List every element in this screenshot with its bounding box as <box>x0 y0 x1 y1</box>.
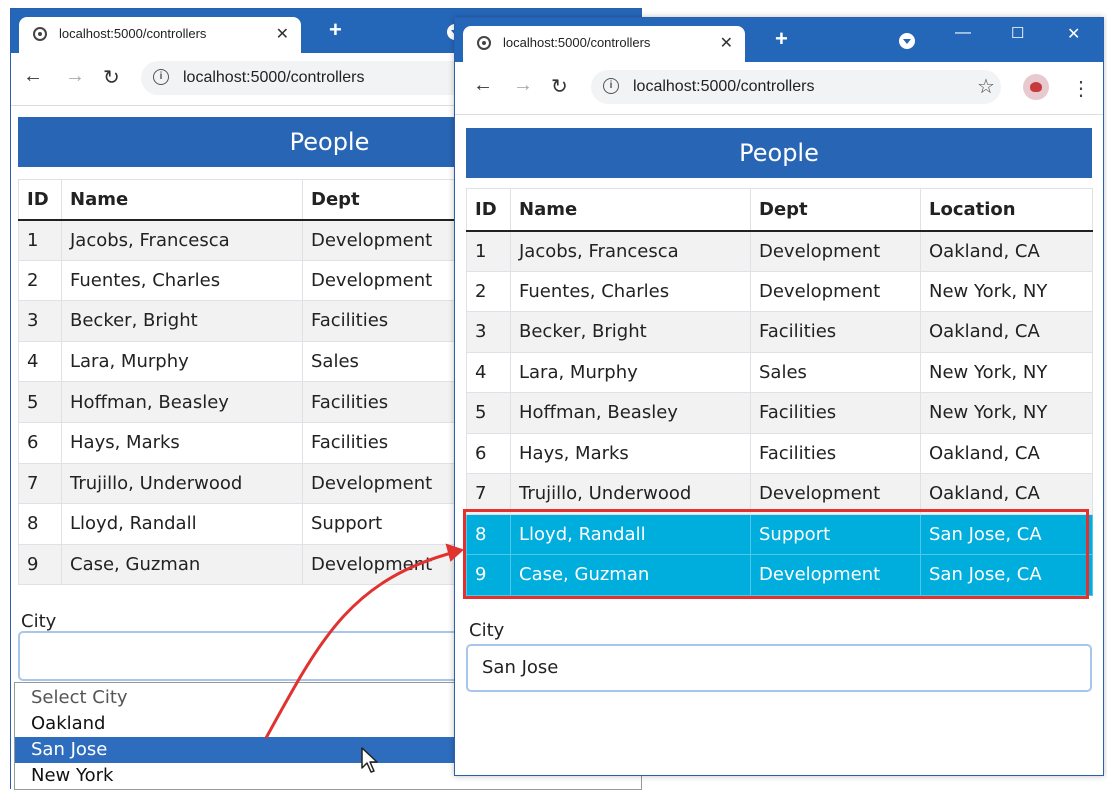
arrow-annotation <box>264 543 464 739</box>
